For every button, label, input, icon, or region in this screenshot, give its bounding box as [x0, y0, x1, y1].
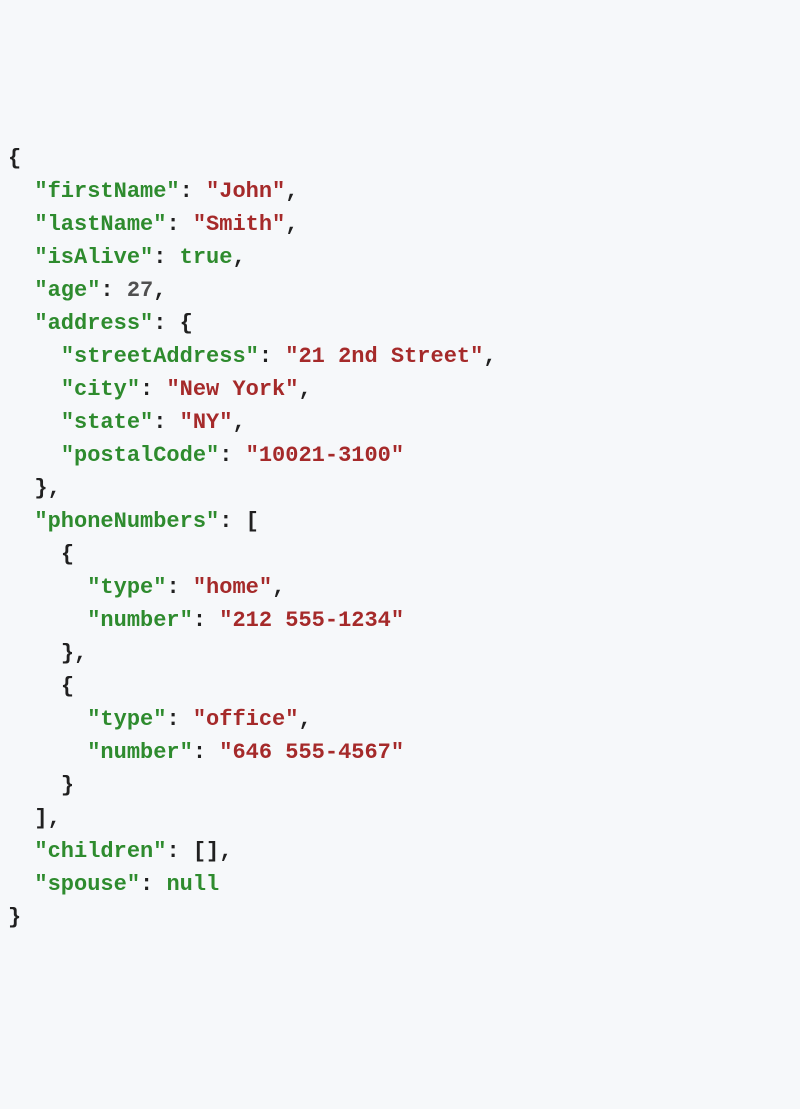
- comma: ,: [285, 212, 298, 237]
- colon: :: [193, 608, 219, 633]
- colon: :: [193, 740, 219, 765]
- value-isAlive: true: [180, 245, 233, 270]
- key-city: "city": [61, 377, 140, 402]
- value-type-home: "home": [193, 575, 272, 600]
- key-firstName: "firstName": [34, 179, 179, 204]
- indent: [8, 245, 34, 270]
- indent: [8, 872, 34, 897]
- indent: [8, 509, 34, 534]
- comma: ,: [272, 575, 285, 600]
- colon: :: [166, 575, 192, 600]
- comma: ,: [483, 344, 496, 369]
- key-isAlive: "isAlive": [34, 245, 153, 270]
- value-firstName: "John": [206, 179, 285, 204]
- comma: ,: [48, 806, 61, 831]
- indent: [8, 311, 34, 336]
- comma: ,: [285, 179, 298, 204]
- key-spouse: "spouse": [34, 872, 140, 897]
- key-phoneNumbers: "phoneNumbers": [34, 509, 219, 534]
- value-lastName: "Smith": [193, 212, 285, 237]
- colon: :: [153, 410, 179, 435]
- value-postalCode: "10021-3100": [246, 443, 404, 468]
- key-age: "age": [34, 278, 100, 303]
- value-spouse: null: [166, 872, 219, 897]
- colon: :: [219, 443, 245, 468]
- comma: ,: [48, 476, 61, 501]
- close-bracket: ]: [34, 806, 47, 831]
- value-age: 27: [127, 278, 153, 303]
- json-code-block: { "firstName": "John", "lastName": "Smit…: [8, 142, 792, 934]
- colon: :: [153, 311, 179, 336]
- key-state: "state": [61, 410, 153, 435]
- value-state: "NY": [180, 410, 233, 435]
- indent: [8, 542, 61, 567]
- key-children: "children": [34, 839, 166, 864]
- colon: :: [166, 707, 192, 732]
- value-number-office: "646 555-4567": [219, 740, 404, 765]
- value-number-home: "212 555-1234": [219, 608, 404, 633]
- comma: ,: [232, 410, 245, 435]
- colon: :: [259, 344, 285, 369]
- colon: :: [219, 509, 245, 534]
- key-streetAddress: "streetAddress": [61, 344, 259, 369]
- indent: [8, 740, 87, 765]
- key-type: "type": [87, 575, 166, 600]
- comma: ,: [153, 278, 166, 303]
- open-brace: {: [61, 542, 74, 567]
- value-children: []: [193, 839, 219, 864]
- key-lastName: "lastName": [34, 212, 166, 237]
- colon: :: [166, 839, 192, 864]
- indent: [8, 377, 61, 402]
- value-streetAddress: "21 2nd Street": [285, 344, 483, 369]
- indent: [8, 608, 87, 633]
- key-number: "number": [87, 740, 193, 765]
- open-bracket: [: [246, 509, 259, 534]
- indent: [8, 674, 61, 699]
- close-brace: }: [8, 905, 21, 930]
- indent: [8, 344, 61, 369]
- open-brace: {: [180, 311, 193, 336]
- colon: :: [180, 179, 206, 204]
- comma: ,: [74, 641, 87, 666]
- indent: [8, 575, 87, 600]
- colon: :: [140, 872, 166, 897]
- value-type-office: "office": [193, 707, 299, 732]
- indent: [8, 212, 34, 237]
- close-brace: }: [61, 773, 74, 798]
- comma: ,: [298, 377, 311, 402]
- indent: [8, 278, 34, 303]
- open-brace: {: [61, 674, 74, 699]
- value-city: "New York": [166, 377, 298, 402]
- indent: [8, 410, 61, 435]
- comma: ,: [298, 707, 311, 732]
- key-type: "type": [87, 707, 166, 732]
- key-postalCode: "postalCode": [61, 443, 219, 468]
- indent: [8, 806, 34, 831]
- key-address: "address": [34, 311, 153, 336]
- indent: [8, 443, 61, 468]
- close-brace: }: [61, 641, 74, 666]
- comma: ,: [232, 245, 245, 270]
- open-brace: {: [8, 146, 21, 171]
- indent: [8, 476, 34, 501]
- indent: [8, 707, 87, 732]
- comma: ,: [219, 839, 232, 864]
- indent: [8, 839, 34, 864]
- key-number: "number": [87, 608, 193, 633]
- close-brace: }: [34, 476, 47, 501]
- colon: :: [153, 245, 179, 270]
- colon: :: [140, 377, 166, 402]
- indent: [8, 179, 34, 204]
- colon: :: [100, 278, 126, 303]
- indent: [8, 773, 61, 798]
- colon: :: [166, 212, 192, 237]
- indent: [8, 641, 61, 666]
